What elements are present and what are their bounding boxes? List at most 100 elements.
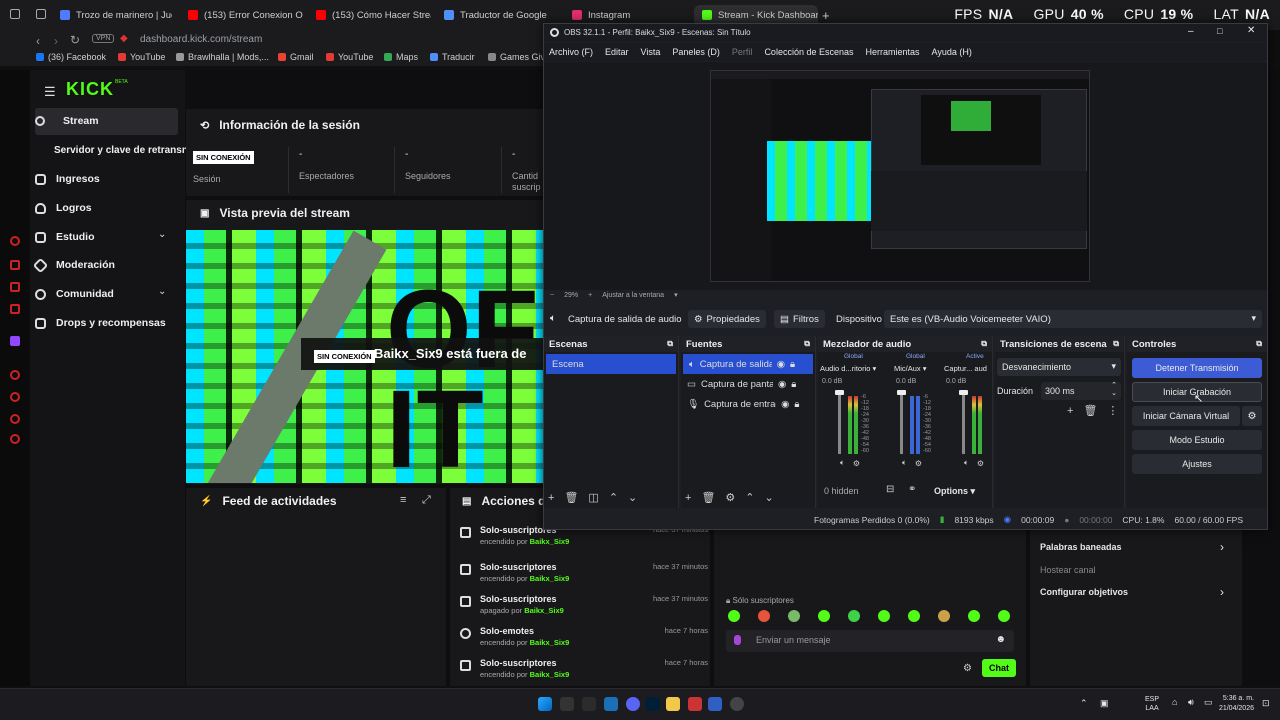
menu-icon[interactable]: ☰	[44, 84, 56, 100]
emote-icon[interactable]	[818, 610, 830, 622]
menu-vista[interactable]: Vista	[641, 47, 661, 57]
bookmark-traducir[interactable]: Traducir	[430, 52, 475, 62]
properties-button[interactable]: ⚙ Propiedades	[688, 310, 766, 328]
gear-icon[interactable]: ⚙	[915, 459, 922, 468]
emote-icon[interactable]	[758, 610, 770, 622]
sidebar-item-moderacion[interactable]: Moderación	[32, 252, 115, 278]
volume-handle[interactable]	[897, 390, 906, 395]
gear-icon[interactable]: ⚙	[977, 459, 984, 468]
filters-button[interactable]: ▤ Filtros	[774, 310, 825, 328]
tray-app-icon[interactable]: ▣	[1100, 698, 1109, 709]
add-icon[interactable]: +	[685, 492, 691, 504]
side-app-icon[interactable]	[10, 414, 20, 424]
emote-icon[interactable]	[938, 610, 950, 622]
lock-icon[interactable]: 🔒︎	[791, 379, 796, 390]
discord-icon[interactable]	[626, 697, 640, 711]
app-icon[interactable]	[688, 697, 702, 711]
tab-6-active[interactable]: Stream - Kick Dashboard	[694, 5, 818, 25]
chevron-down-icon[interactable]: ▾	[674, 291, 678, 299]
twitch-icon[interactable]	[10, 336, 20, 346]
source-item[interactable]: 🎙︎ Captura de entrad ◉ 🔒︎	[681, 394, 815, 414]
bookmark-youtube[interactable]: YouTube	[118, 52, 165, 62]
minimize-icon[interactable]: –	[1188, 26, 1194, 37]
side-app-icon[interactable]	[10, 434, 20, 444]
tab-3[interactable]: (153) Cómo Hacer Stream	[316, 5, 431, 25]
emote-icon[interactable]	[968, 610, 980, 622]
trash-icon[interactable]: 🗑︎	[1083, 404, 1097, 417]
chat-input[interactable]: Enviar un mensaje ☻	[726, 630, 1014, 652]
host-channel-link[interactable]: Hostear canal	[1040, 565, 1096, 575]
tab-1[interactable]: Trozo de marinero | Juega	[60, 5, 172, 25]
volume-icon[interactable]: 🔊︎	[1188, 697, 1194, 708]
maximize-icon[interactable]: □	[1217, 26, 1222, 36]
emote-icon[interactable]	[908, 610, 920, 622]
notification-icon[interactable]: ⊡	[1262, 698, 1270, 709]
side-app-icon[interactable]	[10, 370, 20, 380]
virtual-camera-settings-button[interactable]: ⚙	[1242, 406, 1262, 426]
app-icon[interactable]	[708, 697, 722, 711]
trash-icon[interactable]: 🗑︎	[701, 491, 715, 504]
volume-slider[interactable]	[962, 392, 965, 454]
app-icon[interactable]	[560, 697, 574, 711]
gear-icon[interactable]: ⚙	[853, 459, 860, 468]
battery-icon[interactable]: ▭	[1204, 697, 1213, 708]
site-shield-icon[interactable]: ◆	[120, 33, 128, 44]
sidebar-item-drops[interactable]: Drops y recompensas	[35, 310, 166, 336]
bookmark-brawlhalla[interactable]: Brawlhalla | Mods,...	[176, 52, 269, 62]
add-icon[interactable]: +	[548, 492, 554, 504]
sidebar-item-estudio[interactable]: Estudio	[35, 224, 95, 250]
bookmark-facebook[interactable]: (36) Facebook	[36, 52, 106, 62]
volume-slider[interactable]	[900, 392, 903, 454]
menu-editar[interactable]: Editar	[605, 47, 629, 57]
trash-icon[interactable]: 🗑︎	[564, 491, 578, 504]
emote-icon[interactable]	[728, 610, 740, 622]
chevron-down-icon[interactable]: ▾	[873, 364, 877, 373]
down-icon[interactable]: ⌄	[628, 491, 637, 504]
undock-icon[interactable]: ⧉	[981, 339, 987, 349]
filter-icon[interactable]: ≡	[400, 494, 406, 506]
menu-perfil[interactable]: Perfil	[732, 47, 753, 57]
gear-icon[interactable]: ⚙	[725, 491, 735, 504]
emote-icon[interactable]	[998, 610, 1010, 622]
banned-words-link[interactable]: Palabras baneadas	[1040, 542, 1122, 552]
menu-herramientas[interactable]: Herramientas	[866, 47, 920, 57]
zoom-in-icon[interactable]: +	[588, 292, 592, 299]
obs-preview-area[interactable]	[544, 62, 1267, 290]
side-app-icon[interactable]	[10, 392, 20, 402]
undock-icon[interactable]: ⧉	[1256, 339, 1262, 349]
speaker-icon[interactable]: 🔈︎	[964, 458, 969, 468]
up-icon[interactable]: ⌃	[745, 491, 754, 504]
chat-send-button[interactable]: Chat	[982, 659, 1016, 677]
obs-icon[interactable]	[730, 697, 744, 711]
emoji-icon[interactable]: ☻	[995, 634, 1006, 645]
chevron-right-icon[interactable]: ›	[1220, 540, 1224, 554]
emote-icon[interactable]	[878, 610, 890, 622]
options-button[interactable]: Options ▾	[934, 486, 975, 497]
menu-ayuda[interactable]: Ayuda (H)	[932, 47, 972, 57]
bookmark-games[interactable]: Games Giv	[488, 52, 545, 62]
tab-actions-icon[interactable]	[10, 9, 20, 19]
eye-icon[interactable]: ◉	[781, 399, 789, 410]
undock-icon[interactable]: ⧉	[1113, 339, 1119, 349]
transition-select[interactable]: Desvanecimiento ▾	[997, 358, 1121, 376]
forward-arrow-icon[interactable]: ›	[54, 34, 58, 48]
layout-icon[interactable]: ⊟	[886, 484, 894, 495]
add-icon[interactable]: +	[1067, 405, 1073, 417]
lock-icon[interactable]: 🔒︎	[790, 359, 795, 370]
stepper-icon[interactable]: ⌃ ⌄	[1111, 382, 1117, 398]
explorer-icon[interactable]	[666, 697, 680, 711]
popout-icon[interactable]: ⤢	[422, 494, 431, 507]
sidebar-item-ingresos[interactable]: Ingresos	[35, 166, 100, 192]
side-app-icon[interactable]	[10, 304, 20, 314]
emote-icon[interactable]	[848, 610, 860, 622]
reload-icon[interactable]: ↻	[70, 33, 80, 47]
chevron-down-icon[interactable]: ⌄	[158, 286, 166, 297]
volume-handle[interactable]	[959, 390, 968, 395]
more-icon[interactable]: ⋮	[1107, 404, 1118, 417]
microphone-icon[interactable]	[734, 635, 741, 645]
workspace-icon[interactable]	[36, 9, 46, 19]
sidebar-item-logros[interactable]: Logros	[35, 195, 92, 221]
start-icon[interactable]	[538, 697, 552, 711]
bookmark-youtube-2[interactable]: YouTube	[326, 52, 373, 62]
source-item[interactable]: 🔈︎Captura de salida d◉🔒︎	[683, 354, 813, 374]
